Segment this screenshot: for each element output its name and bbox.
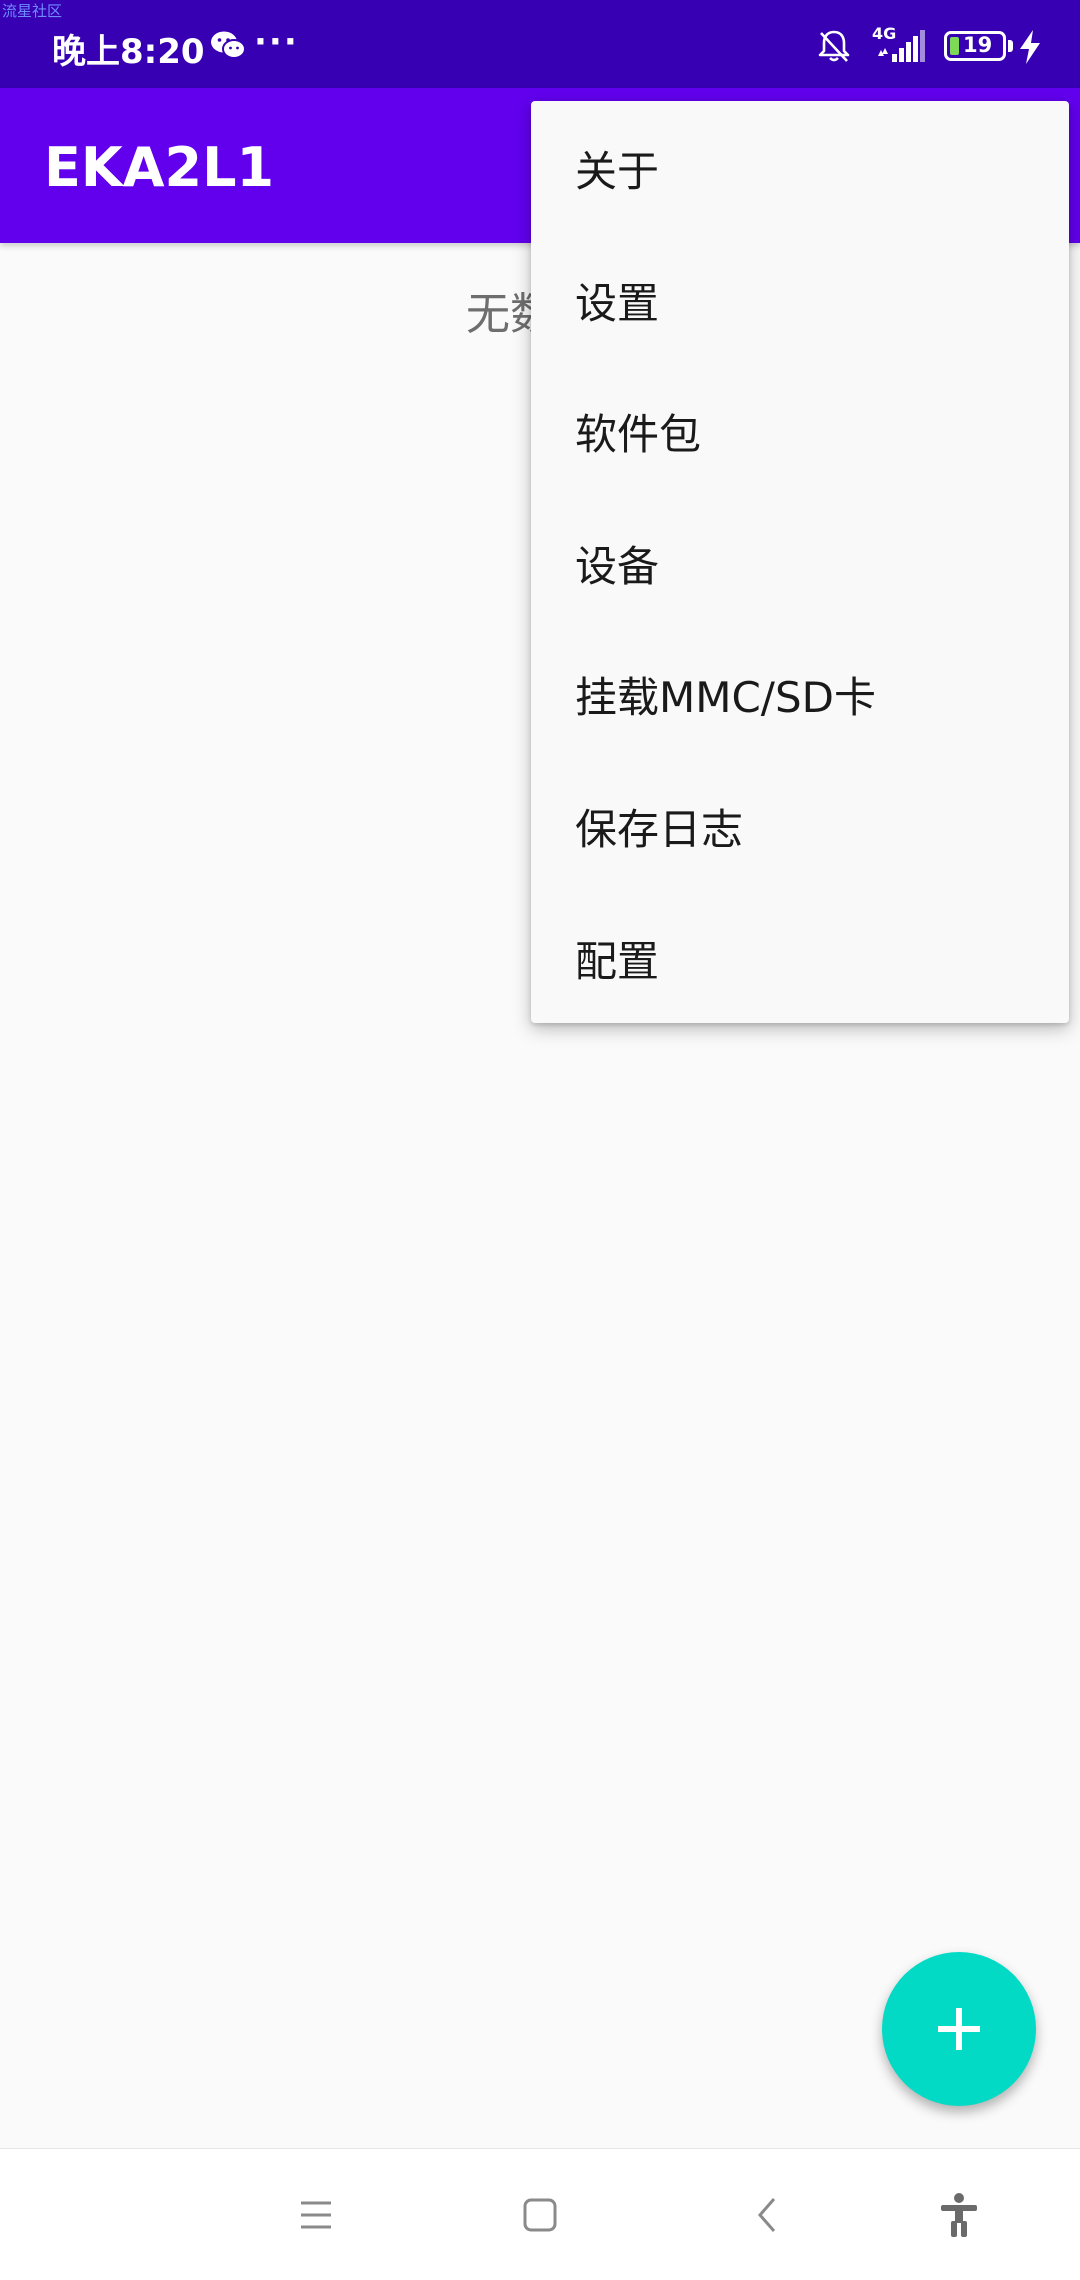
home-button[interactable] <box>510 2185 570 2245</box>
menu-item-profiles[interactable]: 配置 <box>531 892 1069 1024</box>
battery-tip <box>1008 40 1013 52</box>
recents-button[interactable] <box>286 2185 346 2245</box>
status-time: 晚上8:20 <box>52 32 205 72</box>
menu-item-about[interactable]: 关于 <box>531 102 1069 234</box>
back-button[interactable] <box>738 2185 798 2245</box>
battery-fill <box>950 37 959 55</box>
signal-icon <box>878 30 925 62</box>
navigation-bar <box>0 2148 1080 2280</box>
accessibility-icon <box>941 2193 977 2237</box>
accessibility-button[interactable] <box>929 2185 989 2245</box>
back-chevron-icon <box>758 2198 776 2232</box>
app-title: EKA2L1 <box>44 136 275 199</box>
bell-off-icon <box>818 30 850 62</box>
wechat-icon <box>211 31 246 59</box>
charging-bolt-icon <box>1020 30 1040 64</box>
menu-item-devices[interactable]: 设备 <box>531 497 1069 629</box>
menu-item-save-log[interactable]: 保存日志 <box>531 760 1069 892</box>
menu-item-packages[interactable]: 软件包 <box>531 365 1069 497</box>
overflow-menu: 关于 设置 软件包 设备 挂载MMC/SD卡 保存日志 配置 <box>531 101 1069 1023</box>
add-fab-button[interactable] <box>882 1952 1036 2106</box>
battery-level: 19 <box>963 33 993 57</box>
battery-icon: 19 <box>944 31 1006 61</box>
plus-icon <box>938 2008 980 2050</box>
menu-item-mount-sd[interactable]: 挂载MMC/SD卡 <box>531 628 1069 760</box>
menu-item-settings[interactable]: 设置 <box>531 234 1069 366</box>
menu-icon <box>301 2201 331 2229</box>
status-bar: 晚上8:20 ··· 4G 19 <box>0 0 1080 88</box>
more-notifications: ··· <box>254 22 299 62</box>
watermark: 流星社区 <box>2 2 63 20</box>
home-square-icon <box>523 2198 557 2232</box>
